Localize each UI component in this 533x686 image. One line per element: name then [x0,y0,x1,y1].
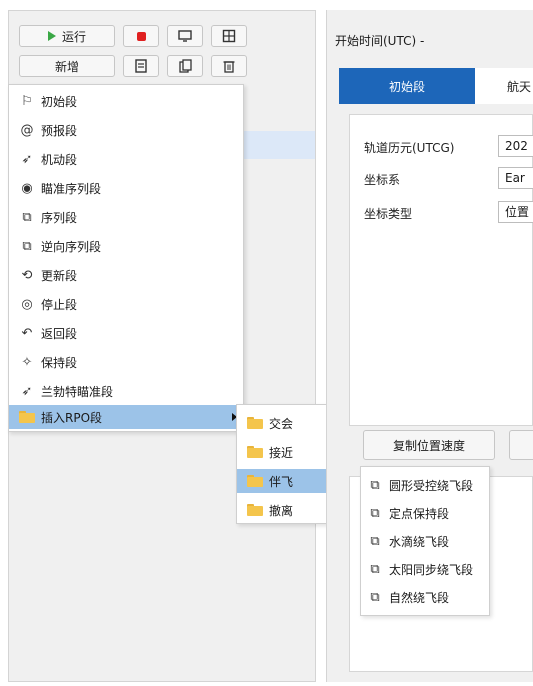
submenu-item-label: 圆形受控绕飞段 [389,478,474,493]
menu-item-label: 瞄准序列段 [41,181,102,196]
submenu-item-sun-sync[interactable]: ⧉ 太阳同步绕飞段 [361,557,489,581]
menu-item-hold[interactable]: ✧ 保持段 [9,350,243,374]
tab-spacecraft[interactable]: 航天 [475,68,533,104]
run-button[interactable]: 运行 [19,25,115,47]
folder-icon [247,504,263,516]
flyaround-submenu: ⧉ 圆形受控绕飞段 ⧉ 定点保持段 ⧉ 水滴绕飞段 ⧉ 太阳同步绕飞段 ⧉ 自然… [360,466,490,616]
menu-item-label: 序列段 [41,210,78,225]
folder-icon [19,411,35,423]
forecast-icon: @ [20,122,34,138]
menu-item-update[interactable]: ⟲ 更新段 [9,263,243,287]
menu-item-label: 停止段 [41,297,78,312]
menu-item-label: 更新段 [41,268,78,283]
menu-item-label: 预报段 [41,123,78,138]
menu-item-initial[interactable]: ⚐ 初始段 [9,89,243,113]
menu-item-forecast[interactable]: @ 预报段 [9,118,243,142]
epoch-label: 轨道历元(UTCG) [364,141,455,155]
notes-icon [135,59,147,73]
submenu-item-label: 太阳同步绕飞段 [389,562,474,577]
start-time-label: 开始时间(UTC) - [335,34,425,48]
update-icon: ⟲ [21,267,33,283]
menu-item-label: 兰勃特瞄准段 [41,384,114,399]
menu-item-label: 机动段 [41,152,78,167]
menu-item-target-sequence[interactable]: ◉ 瞄准序列段 [9,176,243,200]
menu-item-reverse-sequence[interactable]: ⧉ 逆向序列段 [9,234,243,258]
target-icon: ◉ [21,180,33,196]
play-icon [47,31,56,41]
menu-item-return[interactable]: ↶ 返回段 [9,321,243,345]
submenu-item-label: 自然绕飞段 [389,590,450,605]
menu-item-lambert[interactable]: ➶ 兰勃特瞄准段 [9,379,243,403]
secondary-button[interactable] [509,430,533,460]
menu-item-label: 返回段 [41,326,78,341]
sequence-icon: ⧉ [22,209,32,225]
tab-bar: 初始段 航天 [339,68,533,104]
submenu-item-natural[interactable]: ⧉ 自然绕飞段 [361,585,489,609]
epoch-field[interactable]: 202 [498,135,533,157]
flag-icon: ⚐ [21,93,33,109]
toolbar-row-top: 运行 [19,25,247,47]
monitor-button[interactable] [167,25,203,47]
folder-icon [247,446,263,458]
sequence-icon: ⧉ [370,561,380,577]
submenu-item-label: 交会 [269,416,294,431]
menu-item-label: 插入RPO段 [41,410,103,425]
context-menu: ⚐ 初始段 @ 预报段 ➶ 机动段 ◉ 瞄准序列段 ⧉ 序列段 ⧉ 逆向序列段 … [8,84,244,432]
notes-button[interactable] [123,55,159,77]
submenu-item-label: 伴飞 [269,474,294,489]
coord-type-label: 坐标类型 [364,207,413,221]
add-label: 新增 [54,59,79,74]
menu-item-sequence[interactable]: ⧉ 序列段 [9,205,243,229]
submenu-item-teardrop[interactable]: ⧉ 水滴绕飞段 [361,529,489,553]
folder-icon [247,475,263,487]
run-label: 运行 [61,29,86,44]
monitor-icon [178,30,192,42]
grid-icon [222,29,236,43]
pin-icon: ✧ [21,354,33,370]
sequence-icon: ⧉ [370,477,380,493]
properties-box: 轨道历元(UTCG) 202 坐标系 Ear 坐标类型 位置 [349,114,533,426]
coord-type-select[interactable]: 位置 [498,201,533,223]
submenu-item-label: 接近 [269,445,294,460]
copy-segment-button[interactable] [167,55,203,77]
menu-item-label: 初始段 [41,94,78,109]
delete-button[interactable] [211,55,247,77]
toolbar-row-bottom: 新增 [19,55,247,77]
rocket-icon: ➶ [21,151,33,167]
stop-icon: ◎ [21,296,33,312]
submenu-item-label: 撤离 [269,503,294,518]
copy-position-velocity-button[interactable]: 复制位置速度 [363,430,495,460]
submenu-item-label: 定点保持段 [389,506,450,521]
return-icon: ↶ [21,325,33,341]
menu-item-label: 逆向序列段 [41,239,102,254]
menu-item-maneuver[interactable]: ➶ 机动段 [9,147,243,171]
add-button[interactable]: 新增 [19,55,115,77]
coord-system-label: 坐标系 [364,173,401,187]
grid-button[interactable] [211,25,247,47]
menu-item-stop[interactable]: ◎ 停止段 [9,292,243,316]
menu-item-label: 保持段 [41,355,78,370]
menu-item-insert-rpo[interactable]: 插入RPO段 [9,405,243,429]
copy-icon [178,59,192,73]
folder-icon [247,417,263,429]
submenu-item-station-keeping[interactable]: ⧉ 定点保持段 [361,501,489,525]
stop-icon [136,31,146,41]
tab-initial[interactable]: 初始段 [339,68,475,104]
submenu-item-label: 水滴绕飞段 [389,534,450,549]
sequence-icon: ⧉ [370,505,380,521]
sequence-icon: ⧉ [370,533,380,549]
sequence-icon: ⧉ [370,589,380,605]
reverse-sequence-icon: ⧉ [22,238,32,254]
submenu-item-circular-controlled[interactable]: ⧉ 圆形受控绕飞段 [361,473,489,497]
lambert-icon: ➶ [21,383,33,399]
coord-system-select[interactable]: Ear [498,167,533,189]
trash-icon [223,61,235,73]
stop-button[interactable] [123,25,159,47]
